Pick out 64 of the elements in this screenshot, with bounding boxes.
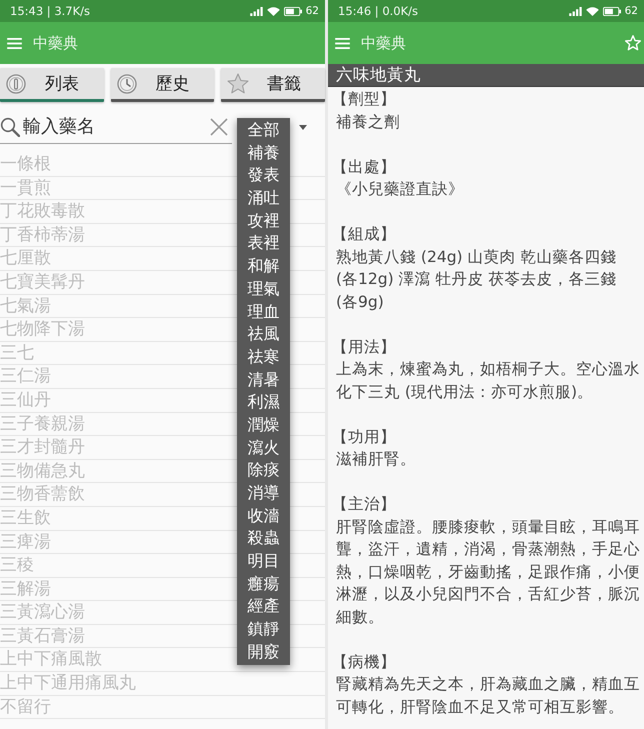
- battery-icon: [284, 6, 302, 16]
- category-option[interactable]: 發表: [237, 164, 290, 188]
- section-text: 熟地黃八錢 (24g) 山萸肉 乾山藥各四錢 (各12g) 澤瀉 牡丹皮 茯苓去皮，各三錢 (各9g): [336, 246, 618, 312]
- section-text: 腎藏精為先天之本，肝為藏血之臟，精血互可轉化，肝腎陰血不足又常可相互影響。: [336, 674, 641, 718]
- category-option[interactable]: 祛風: [237, 323, 290, 346]
- menu-icon[interactable]: [335, 38, 350, 48]
- category-option[interactable]: 除痰: [237, 459, 290, 482]
- category-option[interactable]: 潤燥: [237, 414, 290, 437]
- section-text: 上為末，煉蜜為丸，如梧桐子大。空心溫水化下三丸 (現代用法：亦可水煎服)。: [336, 359, 641, 402]
- category-option[interactable]: 經產: [237, 595, 290, 618]
- section-label: 【功用】: [332, 426, 397, 448]
- section-text: 《小兒藥證直訣》: [336, 179, 465, 200]
- section-text: 補養之劑: [336, 112, 401, 132]
- category-option[interactable]: 開竅: [237, 640, 290, 664]
- search-icon: [0, 116, 20, 136]
- category-option[interactable]: 殺蟲: [237, 527, 290, 550]
- section-label: 【病機】: [332, 652, 397, 672]
- category-option[interactable]: 鎮靜: [237, 618, 290, 641]
- category-option[interactable]: 收濇: [237, 504, 290, 528]
- section-label: 【出處】: [332, 156, 397, 178]
- category-option[interactable]: 全部: [237, 119, 290, 142]
- category-option[interactable]: 補養: [237, 142, 290, 164]
- signal-icon: [568, 6, 582, 16]
- category-option[interactable]: 瀉火: [237, 436, 290, 460]
- category-option[interactable]: 表裡: [237, 232, 290, 256]
- battery-level: 62: [306, 5, 319, 17]
- category-option[interactable]: 理氣: [237, 278, 290, 300]
- category-option[interactable]: 癰瘍: [237, 572, 290, 596]
- section-label: 【用法】: [332, 336, 397, 358]
- caret-icon[interactable]: [299, 124, 307, 130]
- category-option[interactable]: 祛寒: [237, 346, 290, 369]
- tab[interactable]: 歷史: [110, 68, 214, 102]
- tab[interactable]: 書籤: [221, 68, 325, 102]
- category-option[interactable]: 明目: [237, 550, 290, 573]
- title-bar: 六味地黃丸: [328, 64, 644, 87]
- category-option[interactable]: 攻裡: [237, 210, 290, 232]
- section-text: 肝腎陰虛證。腰膝痠軟，頭暈目眩，耳鳴耳聾，盜汗，遺精，消渴，骨蒸潮熱，手足心熱，口燥咽乾，牙齒動搖，足跟作痛，小便淋瀝，以及小兒囟門不合，舌紅少苔，脈沉細數。: [336, 516, 641, 628]
- star-icon: [227, 73, 250, 94]
- section-label: 【主治】: [332, 494, 397, 515]
- category-option[interactable]: 利濕: [237, 391, 290, 414]
- section-label: 【組成】: [332, 224, 397, 245]
- menu-icon[interactable]: [7, 38, 22, 48]
- category-option[interactable]: 和解: [237, 255, 290, 278]
- wifi-icon: [586, 6, 599, 16]
- section-text: 滋補肝腎。: [336, 449, 417, 470]
- category-option[interactable]: 理血: [237, 300, 290, 324]
- clock-icon: [116, 74, 137, 94]
- tab[interactable]: 列表: [0, 68, 104, 102]
- wifi-icon: [266, 6, 280, 16]
- battery-icon: [602, 6, 621, 16]
- search-field[interactable]: 輸入藥名: [23, 114, 207, 138]
- status-text: 15:43 | 3.7K/s: [10, 4, 90, 18]
- clear-icon[interactable]: [210, 118, 228, 136]
- category-option[interactable]: 消導: [237, 482, 290, 505]
- status-text: 15:46 | 0.0K/s: [338, 4, 418, 18]
- category-option[interactable]: 清暑: [237, 368, 290, 392]
- app-title: 中藥典: [361, 34, 407, 52]
- app-title: 中藥典: [33, 34, 79, 52]
- star-icon[interactable]: [625, 35, 641, 51]
- info-icon: [6, 74, 26, 94]
- battery-level: 62: [624, 5, 638, 17]
- category-option[interactable]: 涌吐: [237, 187, 290, 210]
- signal-icon: [250, 6, 263, 16]
- section-label: 【劑型】: [332, 89, 397, 110]
